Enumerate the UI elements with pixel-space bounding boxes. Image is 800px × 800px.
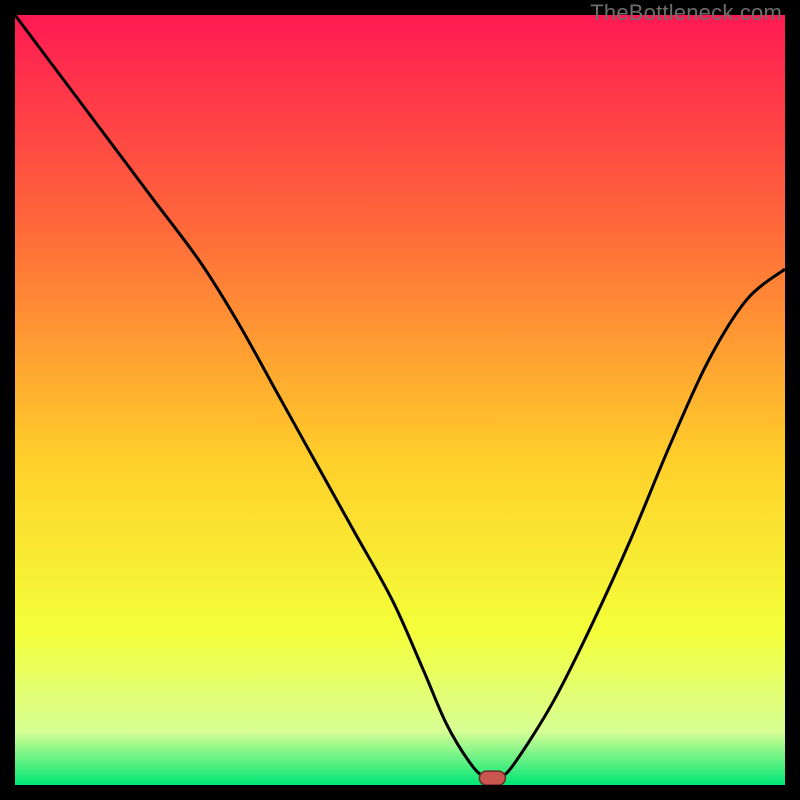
watermark-text: TheBottleneck.com [590, 0, 782, 26]
gradient-background [15, 15, 785, 785]
plot-area [15, 15, 785, 785]
minimum-marker [479, 771, 505, 785]
chart-svg [15, 15, 785, 785]
chart-frame: TheBottleneck.com [0, 0, 800, 800]
